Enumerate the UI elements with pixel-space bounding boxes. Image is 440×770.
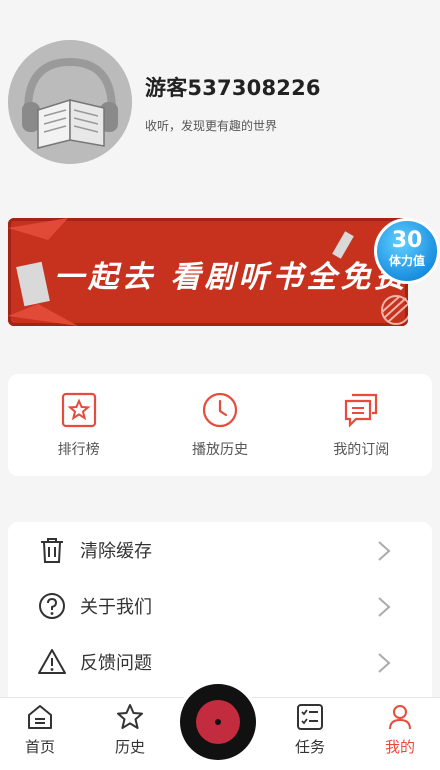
star-icon [117,704,143,729]
subscriptions-button[interactable]: 我的订阅 [301,391,421,459]
disc-label [196,700,240,744]
clear-cache-item[interactable]: 清除缓存 [8,522,432,578]
home-icon [28,705,52,729]
promo-banner[interactable]: 一起去 看剧听书全免费 30 体力值 [8,212,440,328]
nav-history[interactable]: 历史 [100,702,160,757]
chevron-right-icon [378,597,391,617]
tagline: 收听，发现更有趣的世界 [145,119,278,133]
badge-number: 30 [391,228,423,253]
user-icon [389,705,411,730]
headphones-book-icon [8,40,132,164]
star-badge-icon [61,392,96,428]
clear-cache-label: 清除缓存 [80,541,152,562]
banner-background: 一起去 看剧听书全免费 [8,218,408,326]
ranking-button[interactable]: 排行榜 [19,391,139,459]
chat-bubbles-icon [345,393,378,428]
ranking-label: 排行榜 [57,442,100,458]
avatar[interactable] [8,40,132,164]
nav-mine[interactable]: 我的 [370,702,430,757]
feedback-label: 反馈问题 [80,653,152,674]
play-history-button[interactable]: 播放历史 [160,391,280,459]
chevron-right-icon [378,541,391,561]
vinyl-disc-icon [180,684,256,760]
stamina-badge[interactable]: 30 体力值 [374,218,440,284]
trash-icon [41,538,63,563]
chevron-right-icon [378,653,391,673]
clock-icon [202,392,238,428]
warning-triangle-icon [38,649,66,674]
task-list-icon [297,704,323,730]
disc-hole [215,719,221,725]
quick-actions-card: 排行榜 播放历史 我的订阅 [8,374,432,476]
username: 游客537308226 [145,76,321,100]
play-history-label: 播放历史 [191,442,248,458]
subscriptions-label: 我的订阅 [333,442,390,458]
question-circle-icon [39,593,65,619]
nav-history-label: 历史 [114,738,145,756]
banner-text: 一起去 看剧听书全免费 [54,260,408,295]
nav-home-label: 首页 [24,738,55,756]
about-us-label: 关于我们 [80,597,152,618]
player-disc-button[interactable] [176,680,260,764]
badge-label: 体力值 [388,254,425,268]
nav-home[interactable]: 首页 [10,702,70,757]
about-us-item[interactable]: 关于我们 [8,578,432,634]
nav-mine-label: 我的 [384,738,415,756]
profile-header: 游客537308226 收听，发现更有趣的世界 [0,0,440,180]
nav-tasks[interactable]: 任务 [280,702,340,757]
nav-tasks-label: 任务 [294,738,325,756]
